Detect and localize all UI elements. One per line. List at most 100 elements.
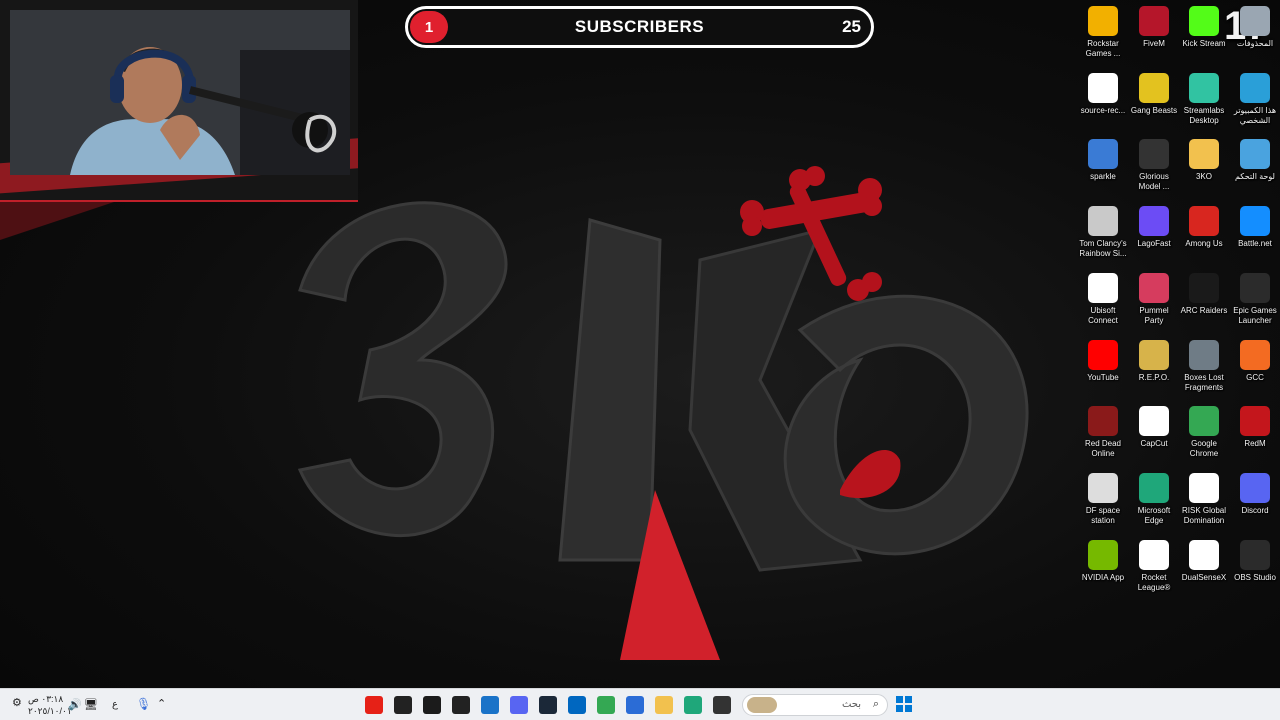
repo-icon: [1139, 339, 1169, 370]
edge-taskbar-icon[interactable]: [684, 696, 702, 714]
desktop-icon-item[interactable]: NVIDIA App: [1078, 539, 1128, 583]
desktop-icon-item[interactable]: LagoFast: [1129, 206, 1179, 249]
rainbow-six-icon: [1088, 206, 1118, 237]
subscriber-goal-target: 25: [842, 17, 861, 36]
desktop-icon-label: Pummel Party: [1139, 305, 1169, 325]
among-us-icon: [1189, 206, 1219, 237]
desktop-icon-item[interactable]: Microsoft Edge: [1129, 472, 1179, 526]
desktop-icon-label: Tom Clancy's Rainbow Si...: [1079, 239, 1127, 259]
recording-taskbar-icon[interactable]: [423, 696, 441, 714]
settings-tray-icon[interactable]: ⚙: [12, 696, 22, 709]
desktop-icon-item[interactable]: YouTube: [1078, 339, 1128, 383]
desktop-icon-item[interactable]: المحذوفات: [1230, 6, 1280, 49]
desktop-icon-item[interactable]: Discord: [1230, 472, 1280, 516]
desktop-icon-item[interactable]: Among Us: [1179, 206, 1229, 249]
windows-logo-icon: [896, 696, 912, 712]
desktop-icon-item[interactable]: source-rec...: [1078, 72, 1128, 116]
desktop-icon-item[interactable]: Gang Beasts: [1129, 72, 1179, 116]
desktop-icon-label: GCC: [1246, 372, 1264, 382]
chevron-up-icon[interactable]: ⌃: [157, 697, 166, 710]
kick-icon: [1189, 6, 1219, 36]
desktop-icon-item[interactable]: R.E.P.O.: [1129, 339, 1179, 383]
desktop-icon-item[interactable]: OBS Studio: [1230, 539, 1280, 583]
desktop-icon-item[interactable]: ARC Raiders: [1179, 272, 1229, 316]
desktop-icon-item[interactable]: 3KO: [1179, 139, 1229, 182]
capcut-icon: [1139, 406, 1169, 437]
nvidia-icon: [1088, 539, 1118, 570]
language-indicator[interactable]: ع: [112, 699, 118, 710]
desktop-icon-item[interactable]: Google Chrome: [1179, 406, 1229, 459]
glorious-mouse-icon: [1139, 139, 1169, 170]
desktop-icon-item[interactable]: Battle.net: [1230, 206, 1280, 249]
chrome-icon: [1189, 406, 1219, 437]
desktop-icon-item[interactable]: Streamlabs Desktop: [1179, 72, 1229, 126]
desktop-icon-label: Ubisoft Connect: [1088, 305, 1118, 325]
desktop-icon-item[interactable]: هذا الكمبيوتر الشخصي: [1230, 72, 1280, 126]
desktop-icon-label: CapCut: [1140, 439, 1168, 449]
network-icon[interactable]: 🖥: [84, 698, 98, 711]
discord-taskbar-icon[interactable]: [510, 696, 528, 714]
chrome-taskbar-icon[interactable]: [597, 696, 615, 714]
desktop-icon-label: Discord: [1241, 505, 1269, 515]
desktop-icon-item[interactable]: DF space station: [1078, 472, 1128, 526]
webcam-feed: [10, 10, 350, 175]
streamer-video-image: [10, 10, 350, 175]
desktop-icon-label: Glorious Model ...: [1138, 172, 1170, 192]
file-explorer-taskbar-icon[interactable]: [655, 696, 673, 714]
discord-icon: [1240, 472, 1270, 503]
obs-icon: [1240, 539, 1270, 570]
desktop-icon-item[interactable]: RISK Global Domination: [1179, 472, 1229, 526]
desktop-icon-item[interactable]: Ubisoft Connect: [1078, 272, 1128, 326]
volume-icon[interactable]: 🔊: [68, 698, 82, 711]
youtube-taskbar-icon[interactable]: [365, 696, 383, 714]
desktop-icon-label: source-rec...: [1080, 105, 1126, 115]
desktop-icon-item[interactable]: sparkle: [1078, 139, 1128, 182]
clock-date[interactable]: ٢٠٢٥/١٠/٠١: [28, 706, 72, 717]
edge-beta-taskbar-icon[interactable]: [481, 696, 499, 714]
webcam-overlay: [0, 0, 358, 202]
search-highlight-image: [747, 697, 777, 713]
store-taskbar-icon[interactable]: [568, 696, 586, 714]
desktop-icon-item[interactable]: Boxes Lost Fragments: [1179, 339, 1229, 393]
desktop-icon-item[interactable]: Red Dead Online: [1078, 406, 1128, 459]
desktop-icon-item[interactable]: DualSenseX: [1179, 539, 1229, 583]
desktop-icon-label: DualSenseX: [1181, 572, 1227, 582]
desktop-icon-label: NVIDIA App: [1081, 572, 1125, 582]
edge-icon: [1139, 472, 1169, 503]
desktop-icon-item[interactable]: Kick Stream: [1179, 6, 1229, 49]
desktop-icon-label: R.E.P.O.: [1138, 372, 1170, 382]
desktop-icon-label: Google Chrome: [1189, 439, 1219, 459]
desktop-icon-item[interactable]: Tom Clancy's Rainbow Si...: [1078, 206, 1128, 259]
clock-time[interactable]: ٠٣:١٨ ص: [28, 694, 63, 705]
desktop-icon-label: Microsoft Edge: [1137, 505, 1171, 525]
desktop-icon-item[interactable]: Rocket League®: [1129, 539, 1179, 593]
desktop-icon-label: Streamlabs Desktop: [1183, 105, 1225, 125]
rockstar-icon: [1088, 6, 1118, 36]
copilot-taskbar-icon[interactable]: [626, 696, 644, 714]
steam-taskbar-icon[interactable]: [539, 696, 557, 714]
desktop-icon-item[interactable]: CapCut: [1129, 406, 1179, 449]
recycle-bin-icon: [1240, 6, 1270, 36]
redm-icon: [1240, 406, 1270, 437]
desktop-icon-item[interactable]: Rockstar Games ...: [1078, 6, 1128, 59]
desktop-icon-item[interactable]: Epic Games Launcher: [1230, 272, 1280, 326]
desktop-icon-item[interactable]: لوحة التحكم: [1230, 139, 1280, 182]
desktop-icon-item[interactable]: GCC: [1230, 339, 1280, 383]
search-placeholder: بحث: [841, 699, 861, 710]
task-view-taskbar-icon[interactable]: [713, 696, 731, 714]
speedometer-taskbar-icon[interactable]: [394, 696, 412, 714]
epic-taskbar-icon[interactable]: [452, 696, 470, 714]
desktop-icon-item[interactable]: Pummel Party: [1129, 272, 1179, 326]
start-button[interactable]: [896, 696, 912, 712]
taskbar-search-input[interactable]: بحث ⌕: [742, 694, 888, 716]
control-panel-icon: [1240, 139, 1270, 170]
desktop-icon-label: Gang Beasts: [1130, 105, 1178, 115]
desktop-icon-item[interactable]: Glorious Model ...: [1129, 139, 1179, 192]
desktop-icon-item[interactable]: FiveM: [1129, 6, 1179, 49]
desktop-icon-label: 3KO: [1195, 172, 1212, 182]
desktop-icon-label: Kick Stream: [1182, 39, 1226, 48]
epic-games-icon: [1240, 272, 1270, 303]
desktop-icon-item[interactable]: RedM: [1230, 406, 1280, 449]
desktop-icon-label: Red Dead Online: [1084, 439, 1122, 459]
microphone-icon[interactable]: 🎙: [136, 697, 151, 711]
